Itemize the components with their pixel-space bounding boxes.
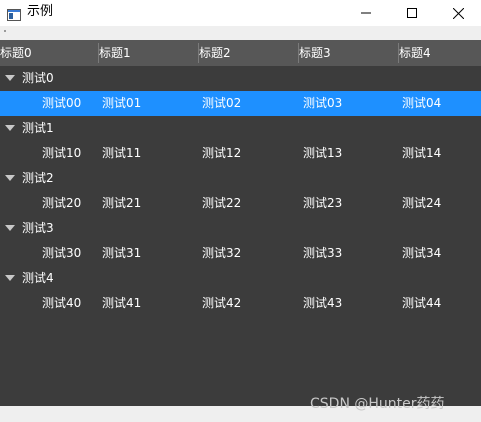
column-header[interactable]: 标题1: [99, 40, 199, 66]
toolbar-strip: [0, 26, 481, 40]
cell: 测试21: [102, 196, 142, 210]
cell: 测试42: [202, 296, 242, 310]
cell: 测试01: [102, 96, 142, 110]
cell: 测试43: [303, 296, 343, 310]
app-window-icon: [7, 6, 21, 21]
cell: 测试33: [303, 246, 343, 260]
tree-parent-row[interactable]: 测试0: [0, 66, 481, 91]
cell: 测试32: [202, 246, 242, 260]
cell: 测试34: [402, 246, 442, 260]
parent-label: 测试2: [22, 171, 54, 185]
expand-arrow-icon[interactable]: [5, 225, 15, 231]
cell: 测试14: [402, 146, 442, 160]
parent-label: 测试0: [22, 71, 54, 85]
parent-label: 测试4: [22, 271, 54, 285]
cell: 测试11: [102, 146, 142, 160]
title-bar: 示例: [0, 0, 481, 26]
column-header[interactable]: 标题2: [199, 40, 299, 66]
cell: 测试10: [42, 146, 82, 160]
tree-parent-row[interactable]: 测试3: [0, 216, 481, 241]
cell: 测试22: [202, 196, 242, 210]
expand-arrow-icon[interactable]: [5, 75, 15, 81]
cell: 测试02: [202, 96, 242, 110]
cell: 测试12: [202, 146, 242, 160]
grip-handle: [4, 30, 6, 32]
maximize-button[interactable]: [389, 0, 435, 26]
parent-label: 测试1: [22, 121, 54, 135]
column-header[interactable]: 标题0: [0, 40, 100, 66]
cell: 测试41: [102, 296, 142, 310]
parent-label: 测试3: [22, 221, 54, 235]
cell: 测试24: [402, 196, 442, 210]
tree-header: 标题0 标题1 标题2 标题3 标题4: [0, 40, 481, 66]
cell: 测试23: [303, 196, 343, 210]
tree-child-row[interactable]: 测试30 测试31 测试32 测试33 测试34: [0, 241, 481, 266]
cell: 测试20: [42, 196, 82, 210]
cell: 测试13: [303, 146, 343, 160]
cell: 测试03: [303, 96, 343, 110]
tree-view[interactable]: 测试0 测试00 测试01 测试02 测试03 测试04 测试1 测试10 测试…: [0, 66, 481, 406]
cell: 测试04: [402, 96, 442, 110]
cell: 测试31: [102, 246, 142, 260]
expand-arrow-icon[interactable]: [5, 125, 15, 131]
column-header[interactable]: 标题3: [299, 40, 399, 66]
cell: 测试40: [42, 296, 82, 310]
tree-child-row[interactable]: 测试40 测试41 测试42 测试43 测试44: [0, 291, 481, 316]
cell: 测试30: [42, 246, 82, 260]
minimize-icon: [361, 8, 371, 18]
cell: 测试44: [402, 296, 442, 310]
window-title: 示例: [27, 4, 54, 19]
tree-parent-row[interactable]: 测试2: [0, 166, 481, 191]
tree-child-row[interactable]: 测试10 测试11 测试12 测试13 测试14: [0, 141, 481, 166]
tree-parent-row[interactable]: 测试4: [0, 266, 481, 291]
close-button[interactable]: [435, 0, 481, 26]
tree-child-row[interactable]: 测试20 测试21 测试22 测试23 测试24: [0, 191, 481, 216]
expand-arrow-icon[interactable]: [5, 175, 15, 181]
expand-arrow-icon[interactable]: [5, 275, 15, 281]
tree-parent-row[interactable]: 测试1: [0, 116, 481, 141]
maximize-icon: [407, 8, 417, 18]
watermark: CSDN @Hunter药药: [310, 396, 445, 412]
column-header[interactable]: 标题4: [399, 40, 481, 66]
close-icon: [452, 7, 464, 19]
minimize-button[interactable]: [343, 0, 389, 26]
cell: 测试00: [42, 96, 82, 110]
tree-child-row-selected[interactable]: 测试00 测试01 测试02 测试03 测试04: [0, 91, 481, 116]
